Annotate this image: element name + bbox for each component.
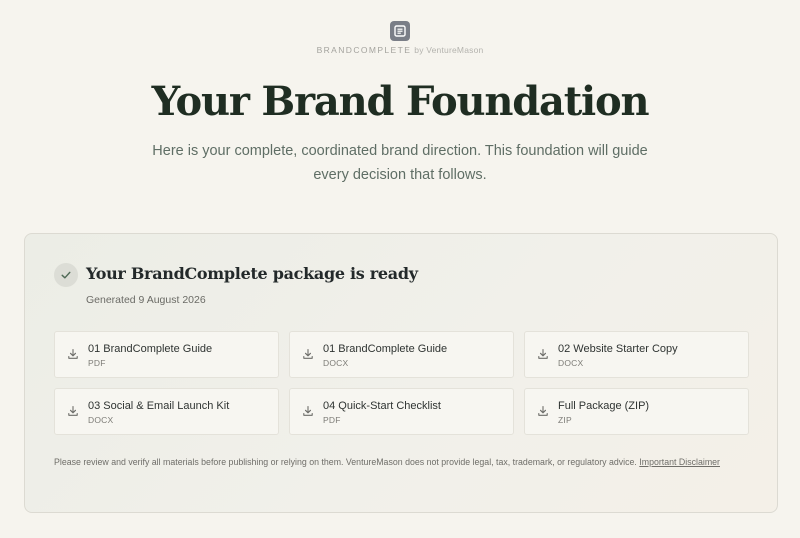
download-guide-docx[interactable]: 01 BrandComplete Guide DOCX: [289, 331, 514, 378]
file-name: 01 BrandComplete Guide: [323, 343, 448, 355]
download-full-package-zip[interactable]: Full Package (ZIP) ZIP: [524, 388, 749, 435]
check-icon: [54, 263, 78, 287]
file-type: DOCX: [558, 358, 584, 368]
generated-date: Generated 9 August 2026: [86, 294, 206, 306]
file-type: ZIP: [558, 415, 572, 425]
brand-by: by VentureMason: [414, 45, 484, 55]
brand-name: BRANDCOMPLETE: [316, 45, 412, 55]
document-logo-icon: [390, 21, 410, 41]
page-subtitle: Here is your complete, coordinated brand…: [152, 143, 648, 183]
file-name: 01 BrandComplete Guide: [88, 343, 213, 355]
package-card: Your BrandComplete package is ready Gene…: [24, 233, 778, 513]
download-icon: [538, 405, 548, 416]
page: BRANDCOMPLETE by VentureMason Your Brand …: [0, 0, 800, 538]
file-name: Full Package (ZIP): [558, 400, 650, 412]
download-icon: [303, 405, 313, 416]
brand-line: BRANDCOMPLETE by VentureMason: [0, 45, 800, 55]
page-title: Your Brand Foundation: [151, 78, 650, 125]
file-name: 02 Website Starter Copy: [558, 343, 678, 355]
file-type: DOCX: [88, 415, 114, 425]
file-grid: 01 BrandComplete Guide PDF 01 BrandCompl…: [54, 331, 749, 435]
download-icon: [68, 348, 78, 359]
download-icon: [68, 405, 78, 416]
download-guide-pdf[interactable]: 01 BrandComplete Guide PDF: [54, 331, 279, 378]
disclaimer: Please review and verify all materials b…: [54, 455, 744, 469]
file-name: 04 Quick-Start Checklist: [323, 400, 441, 412]
file-type: DOCX: [323, 358, 349, 368]
download-icon: [303, 348, 313, 359]
download-website-copy-docx[interactable]: 02 Website Starter Copy DOCX: [524, 331, 749, 378]
file-type: PDF: [88, 358, 106, 368]
download-launch-kit-docx[interactable]: 03 Social & Email Launch Kit DOCX: [54, 388, 279, 435]
disclaimer-text: Please review and verify all materials b…: [54, 457, 637, 467]
file-type: PDF: [323, 415, 341, 425]
important-disclaimer-link[interactable]: Important Disclaimer: [639, 457, 720, 467]
file-name: 03 Social & Email Launch Kit: [88, 400, 230, 412]
download-checklist-pdf[interactable]: 04 Quick-Start Checklist PDF: [289, 388, 514, 435]
download-icon: [538, 348, 548, 359]
package-title: Your BrandComplete package is ready: [86, 264, 418, 283]
